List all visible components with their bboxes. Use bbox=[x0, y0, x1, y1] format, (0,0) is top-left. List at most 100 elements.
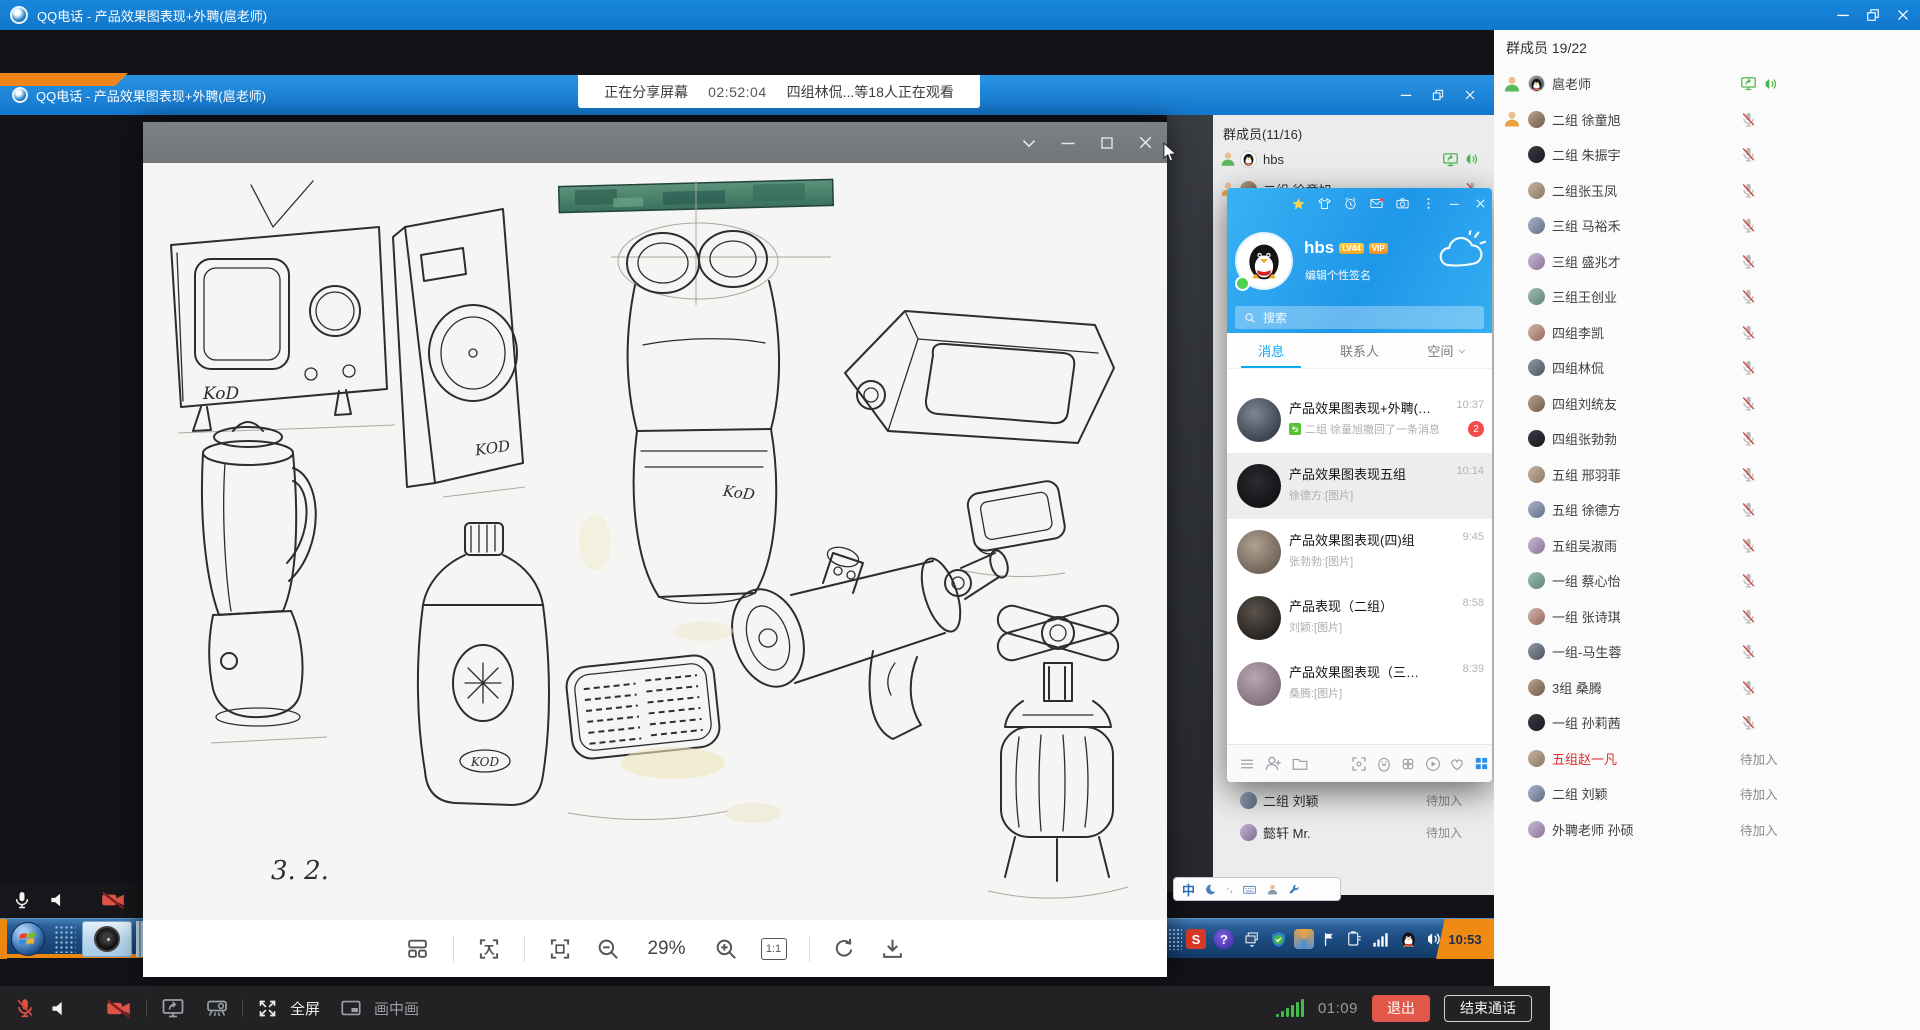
viewer-close-button[interactable] bbox=[1132, 122, 1159, 163]
member-row[interactable]: 二组 刘颖 待加入 bbox=[1494, 776, 1920, 812]
search-input[interactable]: 搜索 bbox=[1235, 306, 1484, 329]
member-row[interactable]: 五组 邢羽菲 待加入 bbox=[1494, 457, 1920, 493]
member-row[interactable]: 一组 张诗琪 待加入 bbox=[1494, 599, 1920, 635]
speaker-button[interactable] bbox=[44, 986, 74, 1030]
layout-grid-icon[interactable] bbox=[405, 936, 431, 962]
more-menu-icon[interactable] bbox=[1421, 196, 1436, 211]
ime-moon-icon[interactable] bbox=[1204, 883, 1217, 896]
end-call-button[interactable]: 结束通话 bbox=[1444, 995, 1532, 1022]
member-row[interactable]: 三组王创业 待加入 bbox=[1494, 279, 1920, 315]
extract-text-icon[interactable] bbox=[476, 936, 502, 962]
start-button[interactable] bbox=[11, 922, 45, 956]
clipboard-tray-icon[interactable] bbox=[1344, 929, 1364, 949]
camera-icon[interactable] bbox=[1395, 196, 1410, 211]
ime-mode-indicator[interactable]: 中 bbox=[1182, 880, 1195, 899]
chat-minimize-button[interactable] bbox=[1447, 196, 1462, 211]
inner-minimize-button[interactable] bbox=[1394, 83, 1418, 107]
fullscreen-icon[interactable] bbox=[252, 986, 282, 1030]
add-friend-icon[interactable] bbox=[1264, 753, 1285, 775]
screenshot-frame-icon[interactable] bbox=[1349, 753, 1370, 775]
show-window-tray-icon[interactable] bbox=[1242, 929, 1262, 949]
help-tray-icon[interactable]: ? bbox=[1214, 929, 1234, 949]
video-play-icon[interactable] bbox=[1422, 753, 1443, 775]
member-row[interactable]: 二组 徐童旭 待加入 bbox=[1494, 102, 1920, 138]
member-row[interactable]: 五组吴淑雨 待加入 bbox=[1494, 528, 1920, 564]
sketch-image[interactable]: KoD KOD bbox=[143, 163, 1167, 920]
viewer-collapse-button[interactable] bbox=[1015, 122, 1042, 163]
member-row[interactable]: 外聘老师 孙硕 待加入 bbox=[1494, 812, 1920, 848]
browser-tray-icon[interactable] bbox=[1294, 929, 1314, 949]
game-clover-icon[interactable] bbox=[1398, 753, 1419, 775]
zoom-out-icon[interactable] bbox=[595, 936, 621, 962]
qq-show-icon[interactable] bbox=[1373, 753, 1394, 775]
member-row[interactable]: 四组李凯 待加入 bbox=[1494, 315, 1920, 351]
conversation-row[interactable]: 产品效果图表现(四)组 9:45 张勃勃:[图片] bbox=[1227, 519, 1492, 585]
taskbar-clock[interactable]: 10:53 bbox=[1436, 919, 1494, 959]
favorite-star-icon[interactable] bbox=[1291, 196, 1306, 211]
chat-close-button[interactable] bbox=[1473, 196, 1488, 211]
member-row[interactable]: 四组张勃勃 待加入 bbox=[1494, 421, 1920, 457]
flag-tray-icon[interactable] bbox=[1320, 929, 1340, 949]
member-row[interactable]: 三组 盛兆才 待加入 bbox=[1494, 244, 1920, 280]
camera-off-button[interactable] bbox=[100, 986, 136, 1030]
mic-muted-button[interactable] bbox=[10, 986, 40, 1030]
ime-keyboard-icon[interactable] bbox=[1242, 882, 1257, 897]
viewer-maximize-button[interactable] bbox=[1093, 122, 1120, 163]
member-row[interactable]: 五组赵一凡 待加入 bbox=[1494, 741, 1920, 777]
member-row[interactable]: 一组 孙莉茜 待加入 bbox=[1494, 705, 1920, 741]
signature-link[interactable]: 编辑个性签名 bbox=[1305, 267, 1371, 283]
speaker-icon[interactable] bbox=[48, 890, 68, 910]
actual-size-icon[interactable]: 1:1 bbox=[761, 938, 787, 960]
tab-contacts[interactable]: 联系人 bbox=[1315, 333, 1403, 368]
member-row[interactable]: 扈老师 待加入 bbox=[1494, 66, 1920, 102]
projector-button[interactable] bbox=[200, 986, 234, 1030]
taskbar-app-button[interactable] bbox=[82, 921, 132, 957]
main-menu-icon[interactable] bbox=[1237, 753, 1258, 775]
alarm-icon[interactable] bbox=[1343, 196, 1358, 211]
sogou-tray-icon[interactable]: S bbox=[1186, 929, 1206, 949]
ime-person-icon[interactable] bbox=[1266, 883, 1279, 896]
mic-icon[interactable] bbox=[12, 890, 32, 910]
download-icon[interactable] bbox=[880, 936, 906, 962]
file-manager-icon[interactable] bbox=[1290, 753, 1311, 775]
app-grid-icon[interactable] bbox=[1472, 753, 1493, 775]
mail-icon[interactable] bbox=[1369, 196, 1384, 211]
inner-member-row-pending2[interactable]: 懿轩 Mr. 待加入 bbox=[1219, 820, 1488, 844]
exit-button[interactable]: 退出 bbox=[1372, 995, 1430, 1022]
member-row[interactable]: 3组 桑腾 待加入 bbox=[1494, 670, 1920, 706]
camera-off-icon[interactable] bbox=[100, 887, 126, 913]
viewer-minimize-button[interactable] bbox=[1054, 122, 1081, 163]
fullscreen-label[interactable]: 全屏 bbox=[290, 998, 320, 1019]
outer-restore-button[interactable] bbox=[1858, 0, 1888, 30]
inner-member-row-host[interactable]: hbs bbox=[1219, 147, 1488, 171]
ime-punctuation-icon[interactable]: ·, bbox=[1226, 883, 1233, 895]
share-screen-button[interactable] bbox=[156, 986, 190, 1030]
weather-cloud-icon[interactable] bbox=[1434, 230, 1486, 274]
inner-member-row-pending1[interactable]: 二组 刘颖 待加入 bbox=[1219, 788, 1488, 812]
member-row[interactable]: 一组 蔡心怡 待加入 bbox=[1494, 563, 1920, 599]
fit-screen-icon[interactable] bbox=[547, 936, 573, 962]
pip-label[interactable]: 画中画 bbox=[374, 998, 419, 1019]
conversation-row[interactable]: 产品效果图表现五组 10:14 徐德方:[图片] bbox=[1227, 453, 1492, 519]
care-heart-icon[interactable] bbox=[1447, 753, 1468, 775]
security-shield-tray-icon[interactable] bbox=[1268, 929, 1288, 949]
qq-penguin-tray-icon[interactable] bbox=[1398, 929, 1418, 949]
conversation-row[interactable]: 产品效果图表现（三组） 8:39 桑腾:[图片] bbox=[1227, 651, 1492, 717]
conversation-row[interactable]: 产品表现（二组） 8:58 刘颖:[图片] bbox=[1227, 585, 1492, 651]
member-row[interactable]: 四组林侃 待加入 bbox=[1494, 350, 1920, 386]
conversation-row[interactable]: 产品效果图表现+外聘(扈老师) 10:37 二组 徐童旭撤回了一条消息 2 bbox=[1227, 387, 1492, 453]
inner-close-button[interactable] bbox=[1458, 83, 1482, 107]
member-row[interactable]: 二组张玉凤 待加入 bbox=[1494, 173, 1920, 209]
outer-close-button[interactable] bbox=[1888, 0, 1918, 30]
member-row[interactable]: 二组 朱振宇 待加入 bbox=[1494, 137, 1920, 173]
ime-wrench-icon[interactable] bbox=[1288, 883, 1301, 896]
member-row[interactable]: 一组-马生蓉 待加入 bbox=[1494, 634, 1920, 670]
network-signal-tray-icon[interactable] bbox=[1370, 929, 1390, 949]
outer-minimize-button[interactable] bbox=[1828, 0, 1858, 30]
zoom-in-icon[interactable] bbox=[713, 936, 739, 962]
inner-restore-button[interactable] bbox=[1426, 83, 1450, 107]
rotate-icon[interactable] bbox=[832, 936, 858, 962]
member-row[interactable]: 五组 徐德方 待加入 bbox=[1494, 492, 1920, 528]
tab-messages[interactable]: 消息 bbox=[1227, 333, 1315, 368]
tab-space[interactable]: 空间 bbox=[1404, 333, 1492, 368]
